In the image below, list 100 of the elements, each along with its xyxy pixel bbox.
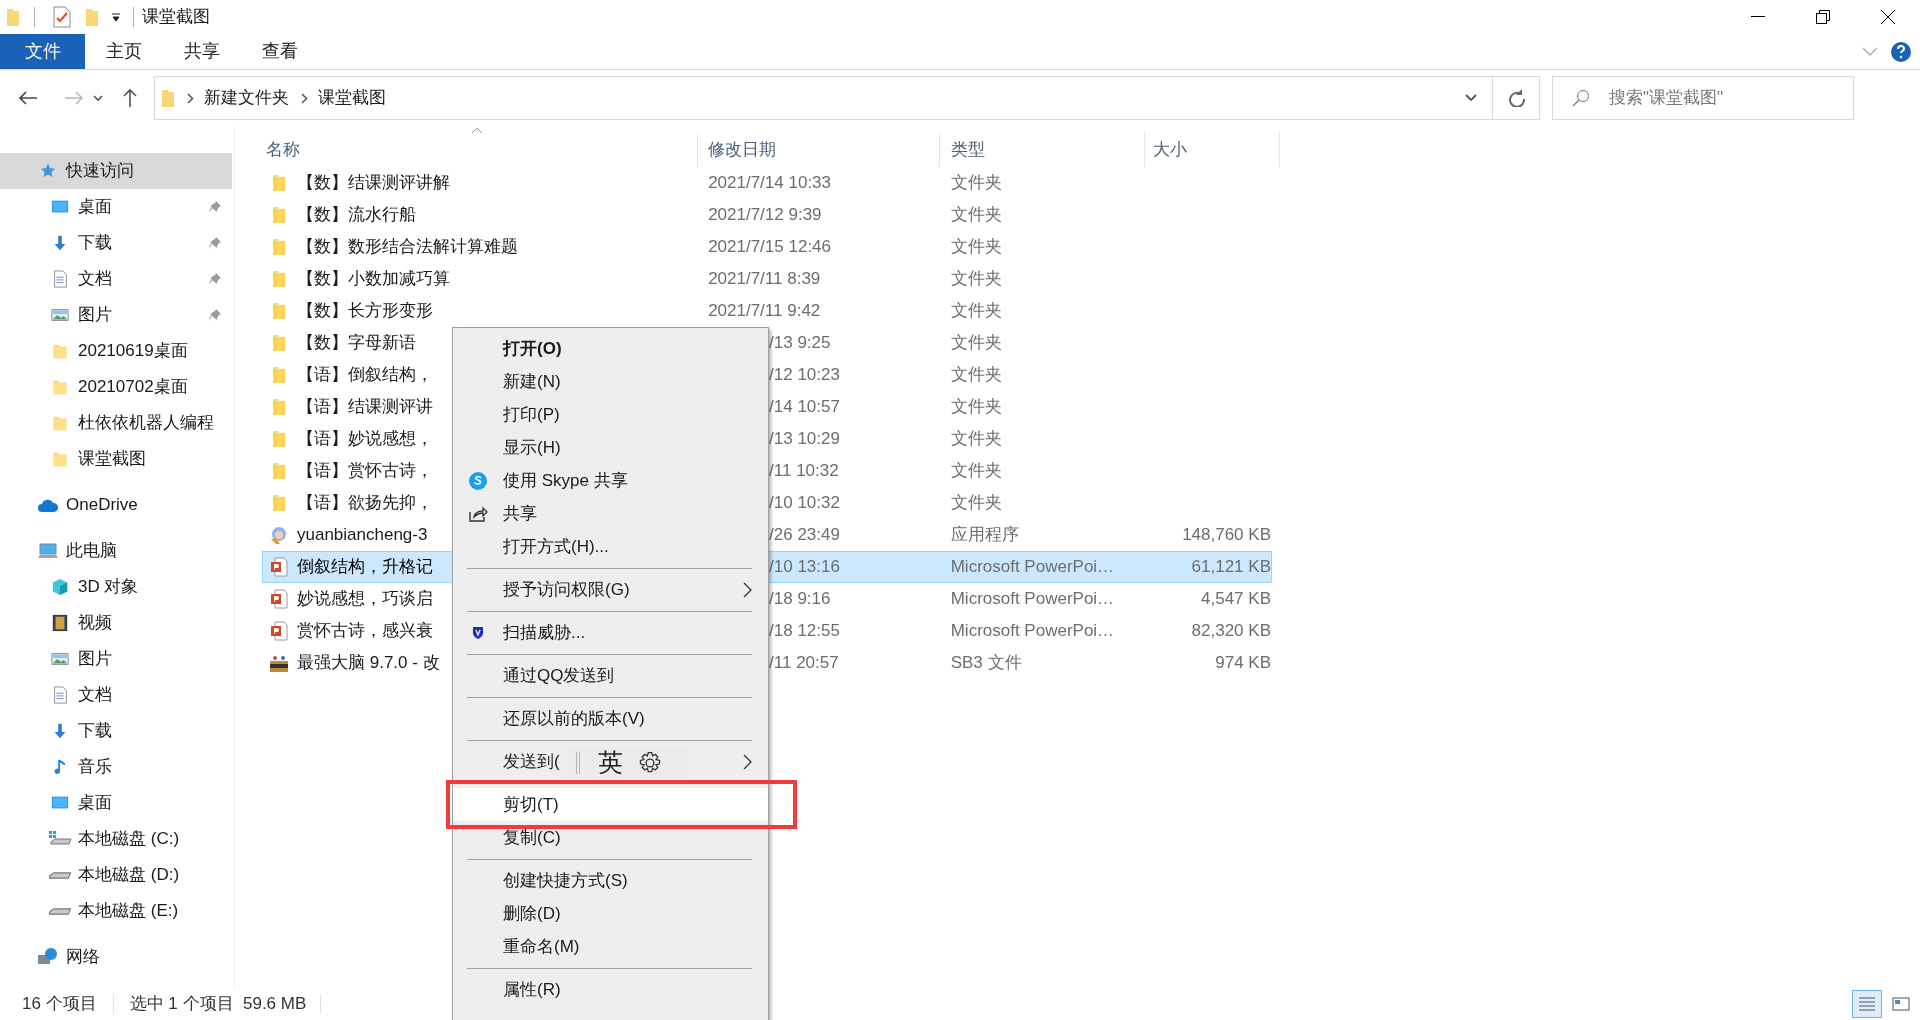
folder-icon <box>271 462 287 480</box>
file-name[interactable]: 最强大脑 9.7.0 - 改 <box>297 650 440 676</box>
date-modified: /13 9:25 <box>769 333 831 353</box>
close-icon <box>1879 9 1896 25</box>
menu-item-label[interactable]: 使用 Skype 共享 <box>503 470 628 490</box>
sidebar-item[interactable]: 3D 对象 <box>0 569 232 605</box>
file-name[interactable]: 【数】小数加减巧算 <box>297 266 450 292</box>
sidebar-item[interactable]: 20210619桌面 <box>0 333 232 369</box>
menu-item-label[interactable]: 删除(D) <box>503 903 561 923</box>
date-modified: 2021/7/12 9:39 <box>708 205 822 225</box>
file-name[interactable]: 【数】长方形变形 <box>297 298 433 324</box>
sidebar-label: 快速访问 <box>66 160 135 183</box>
date-modified: 2021/7/15 12:46 <box>708 237 832 257</box>
menu-item-label[interactable]: 创建快捷方式(S) <box>503 870 628 890</box>
folder-icon <box>51 378 69 396</box>
column-header[interactable]: 名称 <box>266 133 698 167</box>
file-name[interactable]: 赏怀古诗，感兴衰 <box>297 618 433 644</box>
menu-item-label[interactable]: 新建(N) <box>503 371 561 391</box>
sidebar-label: 20210702桌面 <box>78 376 189 399</box>
sidebar-item[interactable]: OneDrive <box>0 487 232 523</box>
help-icon[interactable] <box>1890 40 1912 63</box>
presentation-file-icon <box>270 589 288 609</box>
sidebar-item[interactable]: 本地磁盘 (E:) <box>0 893 232 929</box>
ribbon-tab[interactable]: 查看 <box>241 34 319 69</box>
sidebar-item[interactable]: 快速访问 <box>0 153 232 189</box>
checklist-document-icon[interactable] <box>53 6 71 28</box>
sidebar-item[interactable]: 音乐 <box>0 749 232 785</box>
menu-item-label[interactable]: 打开(O) <box>503 338 562 358</box>
sidebar-item[interactable]: 课堂截图 <box>0 441 232 477</box>
sidebar-item[interactable]: 20210702桌面 <box>0 369 232 405</box>
menu-item-label[interactable]: 扫描威胁... <box>503 622 586 642</box>
file-name[interactable]: 【语】结课测评讲 <box>297 394 433 420</box>
network-icon <box>37 947 59 967</box>
details-view-button[interactable] <box>1852 990 1882 1018</box>
sidebar-label: 桌面 <box>78 196 113 219</box>
sidebar-item[interactable]: 杜依依机器人编程 <box>0 405 232 441</box>
sidebar-item[interactable]: 此电脑 <box>0 533 232 569</box>
menu-item-label[interactable]: 打印(P) <box>503 404 560 424</box>
folder-icon <box>51 342 69 360</box>
sidebar-label: 图片 <box>78 304 113 327</box>
input-mode-toggle[interactable]: 英 <box>598 750 623 775</box>
sidebar-item[interactable]: 本地磁盘 (C:) <box>0 821 232 857</box>
breadcrumb[interactable]: 课堂截图 <box>318 85 386 111</box>
menu-item-label[interactable]: 通过QQ发送到 <box>503 665 615 685</box>
sidebar-item[interactable]: 网络 <box>0 939 232 975</box>
sidebar-item[interactable]: 下载 <box>0 713 232 749</box>
date-modified: /26 23:49 <box>769 525 840 545</box>
chevron-down-icon <box>1464 94 1477 102</box>
file-name[interactable]: 【语】欲扬先抑， <box>297 490 433 516</box>
menu-item-label[interactable]: 显示(H) <box>503 437 561 457</box>
ribbon-tab[interactable]: 文件 <box>0 34 85 69</box>
sidebar-item[interactable]: 文档 <box>0 677 232 713</box>
date-modified: /14 10:57 <box>769 397 840 417</box>
column-header[interactable]: 类型 <box>940 133 1145 167</box>
file-name[interactable]: 【语】倒叙结构， <box>297 362 433 388</box>
search-icon <box>1572 89 1590 107</box>
chevron-down-icon[interactable] <box>1862 46 1878 57</box>
file-name[interactable]: 妙说感想，巧谈启 <box>297 586 433 612</box>
sidebar-item[interactable]: 桌面 <box>0 189 232 225</box>
hovered-menu-item[interactable]: 剪切(T) <box>453 788 768 821</box>
folder-icon <box>271 174 287 192</box>
file-name[interactable]: 【数】数形结合法解计算难题 <box>297 234 518 260</box>
sidebar-item[interactable]: 文档 <box>0 261 232 297</box>
search-field[interactable]: 搜索"课堂截图" <box>1552 76 1854 120</box>
file-name[interactable]: 【数】流水行船 <box>297 202 416 228</box>
film-icon <box>51 614 69 632</box>
sort-caret-icon <box>471 127 483 134</box>
file-type: 文件夹 <box>950 429 1002 449</box>
sidebar-item[interactable]: 视频 <box>0 605 232 641</box>
restore-icon <box>1814 9 1831 25</box>
sidebar-item[interactable]: 桌面 <box>0 785 232 821</box>
menu-item-label[interactable]: 还原以前的版本(V) <box>503 708 645 728</box>
file-name[interactable]: 【语】赏怀古诗， <box>297 458 433 484</box>
menu-item-label[interactable]: 发送到( <box>503 751 560 771</box>
file-name[interactable]: 【语】妙说感想， <box>297 426 433 452</box>
menu-item-label[interactable]: 授予访问权限(G) <box>503 579 630 599</box>
sidebar-item[interactable]: 图片 <box>0 297 232 333</box>
address-bar[interactable]: 新建文件夹 课堂截图 <box>154 76 1540 120</box>
sidebar-item[interactable]: 本地磁盘 (D:) <box>0 857 232 893</box>
file-name[interactable]: 【数】结课测评讲解 <box>297 170 450 196</box>
cube-icon <box>51 578 69 596</box>
breadcrumb[interactable]: 新建文件夹 <box>204 85 289 111</box>
menu-item-label[interactable]: 打开方式(H)... <box>503 536 609 556</box>
menu-item-label[interactable]: 复制(C) <box>503 827 561 847</box>
menu-item-label[interactable]: 属性(R) <box>503 979 561 999</box>
menu-item-label[interactable]: 重命名(M) <box>503 936 580 956</box>
column-header[interactable]: 大小 <box>1145 133 1280 167</box>
column-header[interactable]: 修改日期 <box>698 133 940 167</box>
forward-arrow-icon <box>64 90 84 106</box>
ribbon-tab[interactable]: 主页 <box>85 34 163 69</box>
ribbon-tab[interactable]: 共享 <box>163 34 241 69</box>
sidebar-item[interactable]: 图片 <box>0 641 232 677</box>
file-name[interactable]: 【数】字母新语 <box>297 330 416 356</box>
sidebar-label: 桌面 <box>78 792 113 815</box>
menu-item-label[interactable]: 共享 <box>503 503 537 523</box>
presentation-file-icon <box>270 621 288 641</box>
sidebar-item[interactable]: 下载 <box>0 225 232 261</box>
file-name[interactable]: yuanbiancheng-3 <box>297 522 428 548</box>
file-name[interactable]: 倒叙结构，升格记 <box>297 554 433 580</box>
dropdown-icon[interactable] <box>111 12 121 22</box>
